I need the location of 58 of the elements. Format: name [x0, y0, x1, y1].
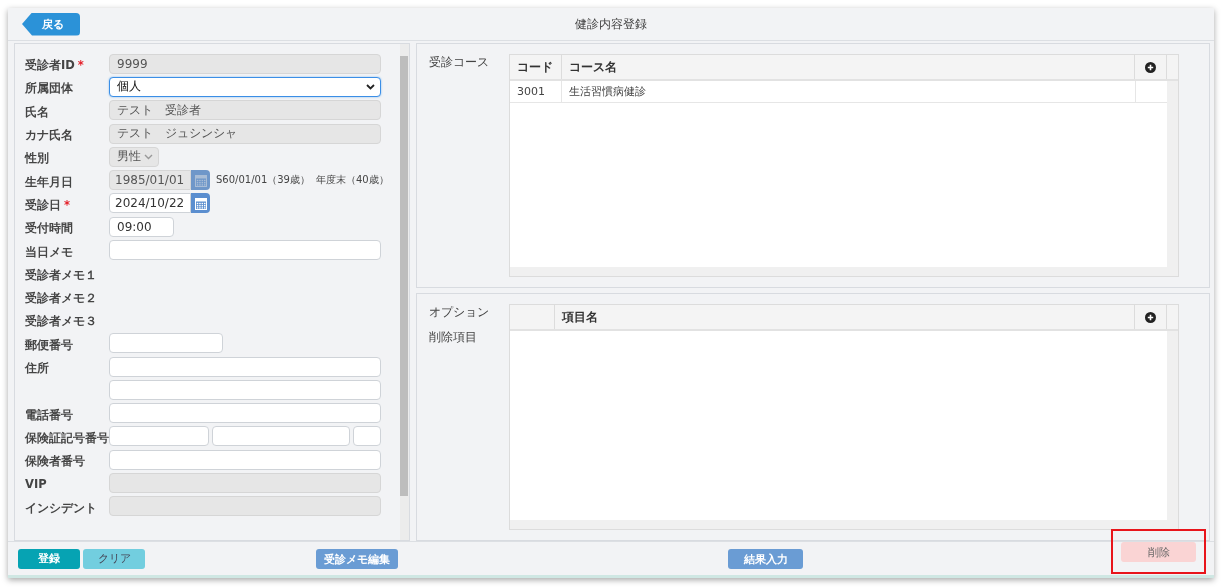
text-field[interactable] [109, 333, 223, 354]
scrollbar[interactable] [510, 267, 1178, 276]
text-field[interactable] [109, 403, 381, 424]
date-field[interactable]: 2024/10/22 [109, 193, 191, 214]
scrollbar[interactable] [1167, 81, 1178, 267]
add-icon[interactable] [1145, 311, 1156, 323]
field-label: 受診日 * [25, 197, 70, 212]
text-field[interactable] [109, 356, 381, 377]
scrollbar[interactable] [400, 44, 409, 540]
scrollbar[interactable] [1167, 331, 1178, 520]
field-label: 保険証記号番号 [25, 430, 109, 445]
field-label: インシデント [25, 500, 97, 515]
time-field[interactable]: 09:00 [109, 216, 174, 237]
field-label: 氏名 [25, 104, 49, 119]
age-note: S60/01/01（39歳） [216, 173, 310, 188]
field-label: 当日メモ [25, 244, 73, 259]
scrollbar[interactable] [510, 520, 1178, 529]
field-label: 受診者ID * [25, 58, 84, 73]
column-header: コース名 [562, 55, 1135, 79]
table-cell-text: 生活習慣病健診 [568, 84, 647, 100]
chevron-down-icon [144, 153, 153, 160]
calendar-icon [194, 173, 207, 187]
column-header: コード [510, 55, 562, 79]
field-label: 住所 [25, 361, 49, 375]
field-label: 電話番号 [25, 407, 73, 422]
action-button[interactable]: クリア [83, 548, 145, 569]
field-label: 生年月日 [25, 174, 73, 189]
back-button[interactable]: 戻る [22, 12, 80, 36]
section-label: 受診コース [429, 54, 489, 71]
section-label: オプション [429, 304, 489, 321]
field-label: 受診者メモ２ [25, 291, 97, 306]
calendar-button[interactable] [191, 193, 210, 214]
field-label: 所属団体 [25, 81, 73, 96]
calendar-icon [194, 196, 207, 210]
text-field[interactable] [109, 379, 381, 400]
add-icon[interactable] [1145, 61, 1156, 73]
dropdown[interactable]: 個人 [109, 76, 381, 97]
text-field[interactable] [212, 426, 350, 447]
field-label: 受診者メモ３ [25, 314, 97, 329]
age-note: 年度末（40歳） [316, 173, 389, 188]
text-field[interactable] [353, 426, 381, 447]
field-label: 保険者番号 [25, 454, 85, 469]
delete-button[interactable]: 削除 [1121, 542, 1196, 563]
text-field[interactable] [109, 240, 381, 260]
section-label: 削除項目 [429, 329, 478, 346]
text-field[interactable] [109, 449, 381, 470]
column-header: 項目名 [555, 305, 1135, 329]
table-cell: 3001 [510, 81, 562, 102]
calendar-button[interactable] [191, 170, 210, 191]
field-label: 郵便番号 [25, 337, 73, 352]
field-label: カナ氏名 [25, 128, 73, 143]
chevron-down-icon [366, 83, 375, 90]
field-label: 性別 [25, 151, 49, 166]
field-label: 受付時間 [25, 221, 73, 236]
window-title: 健診内容登録 [575, 15, 647, 33]
field-label: VIP [25, 477, 47, 492]
field-label: 受診者メモ１ [25, 267, 97, 282]
text-field[interactable] [109, 426, 209, 447]
